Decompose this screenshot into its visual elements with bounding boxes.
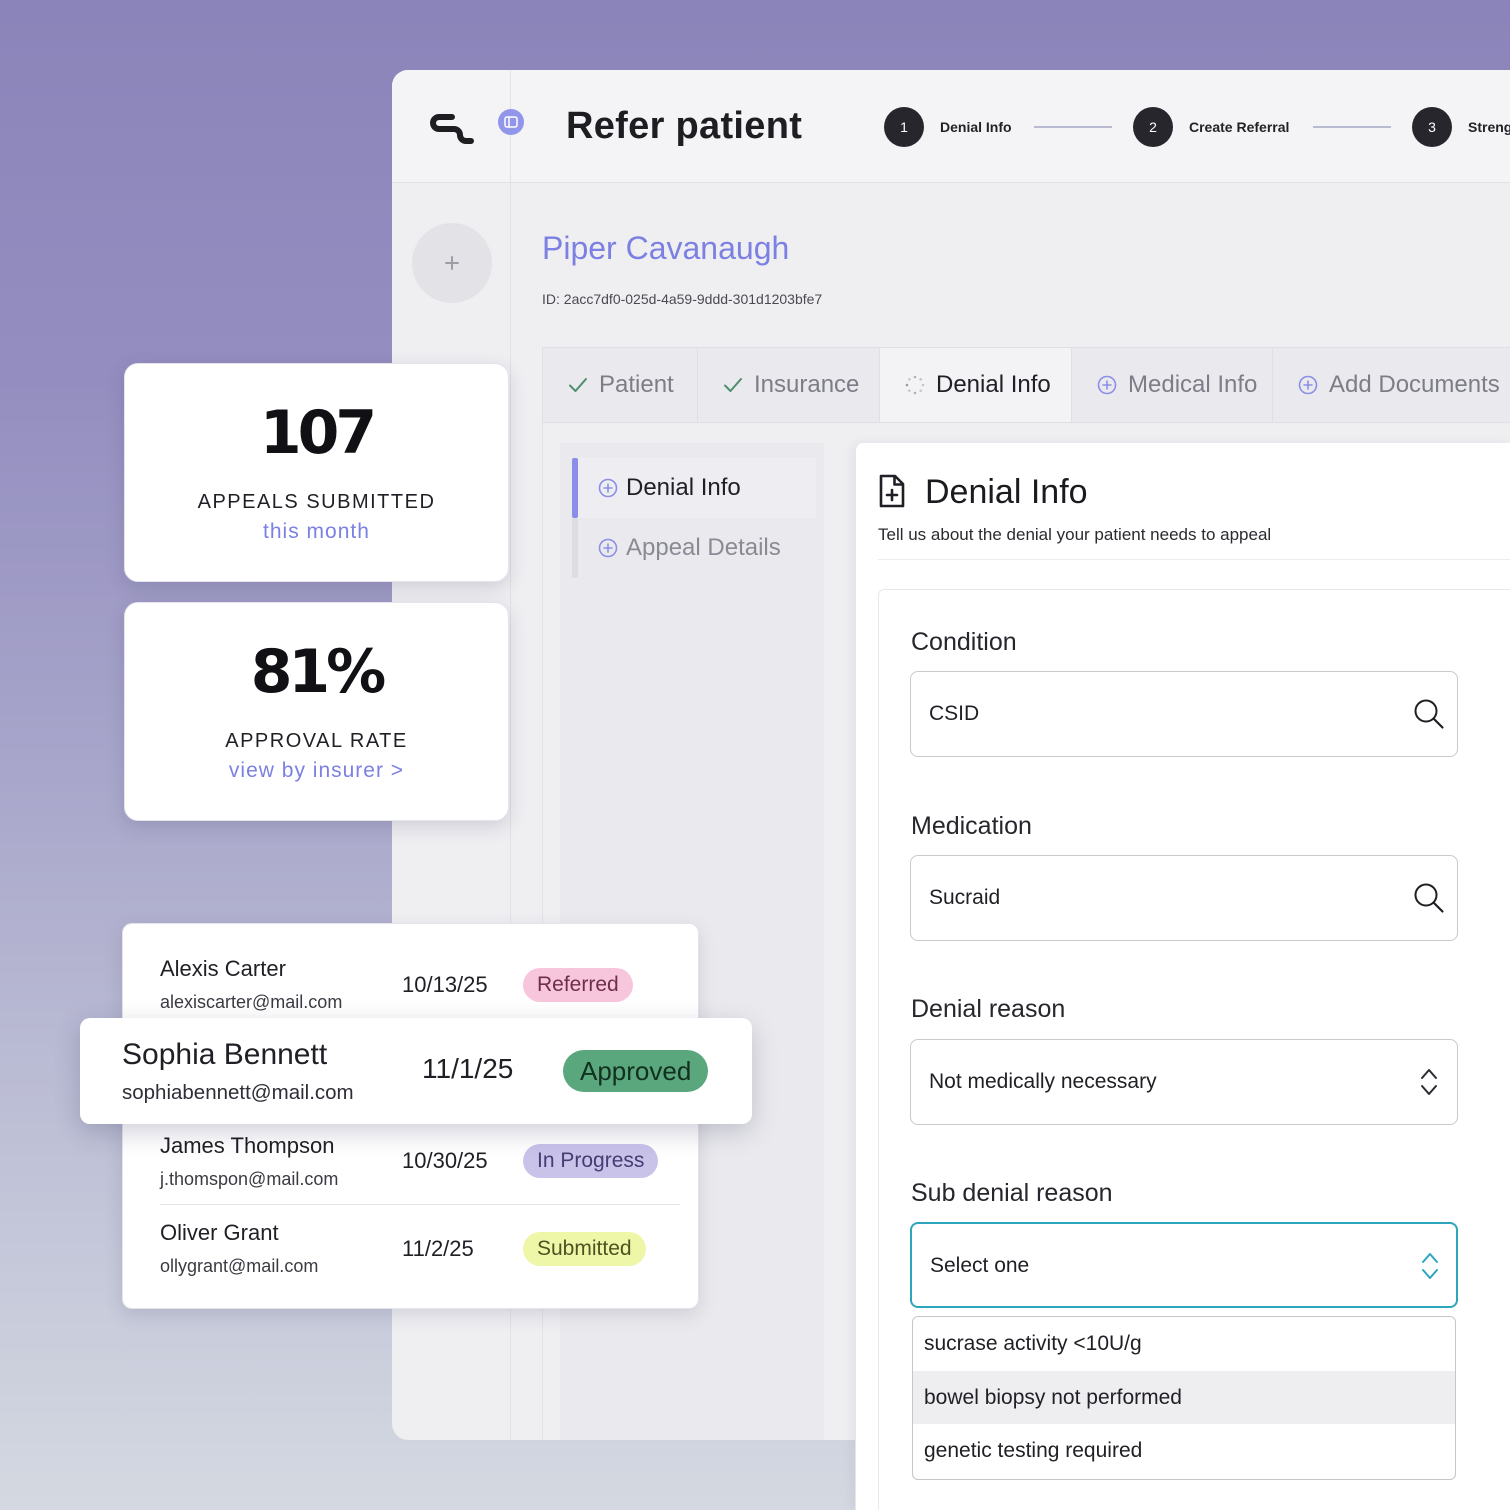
date-cell: 10/30/25	[402, 1148, 488, 1173]
sub-denial-reason-label: Sub denial reason	[911, 1179, 1113, 1207]
stat-value: 81%	[250, 637, 387, 707]
sub-denial-reason-select[interactable]: Select one	[910, 1222, 1458, 1308]
view-by-insurer-link[interactable]: view by insurer >	[125, 758, 508, 784]
tab-label: Insurance	[754, 371, 860, 398]
condition-search-input[interactable]: CSID	[910, 671, 1458, 757]
status-badge: Approved	[563, 1050, 709, 1092]
patient-email-cell: ollygrant@mail.com	[160, 1256, 319, 1276]
sub-denial-reason-value: Select one	[930, 1254, 1030, 1277]
dropdown-option[interactable]: genetic testing required	[913, 1424, 1455, 1478]
form-title: Denial Info	[925, 473, 1088, 511]
brand-logo-icon[interactable]	[428, 112, 476, 146]
step-3-label: Streng	[1468, 119, 1510, 135]
denial-reason-label: Denial reason	[911, 995, 1066, 1023]
tab-label: Patient	[599, 371, 674, 398]
spinner-icon	[905, 375, 925, 395]
tab-label: Add Documents	[1329, 371, 1500, 398]
table-row[interactable]: Alexis Carter alexiscarter@mail.com 10/1…	[123, 924, 698, 1019]
step-3-number: 3	[1412, 107, 1452, 147]
date-cell: 11/1/25	[422, 1053, 514, 1084]
table-row[interactable]: Oliver Grant ollygrant@mail.com 11/2/25 …	[123, 1205, 698, 1309]
status-badge: Submitted	[523, 1232, 646, 1266]
condition-value: CSID	[929, 702, 980, 725]
patient-name-cell: James Thompson	[160, 1133, 335, 1158]
stat-card-appeals: 107 APPEALS SUBMITTED this month	[124, 363, 509, 582]
step-2-label: Create Referral	[1189, 119, 1290, 135]
subnav-item-denial-info[interactable]: Denial Info	[578, 458, 816, 518]
page-title: Refer patient	[566, 105, 803, 147]
search-icon[interactable]	[1413, 882, 1445, 914]
check-icon	[568, 375, 588, 395]
date-cell: 10/13/25	[402, 972, 488, 997]
search-icon[interactable]	[1413, 698, 1445, 730]
form-divider	[878, 559, 1510, 560]
chevron-up-down-icon	[1420, 1251, 1440, 1281]
tab-insurance[interactable]: Insurance	[698, 348, 880, 422]
condition-label: Condition	[911, 628, 1017, 656]
plus-circle-icon	[1097, 375, 1117, 395]
subnav-label: Denial Info	[626, 474, 741, 501]
highlighted-table-row[interactable]: Sophia Bennett sophiabennett@mail.com 11…	[80, 1018, 752, 1124]
chevron-up-down-icon	[1419, 1067, 1439, 1097]
denial-reason-select[interactable]: Not medically necessary	[910, 1039, 1458, 1125]
tab-label: Medical Info	[1128, 371, 1258, 398]
step-1-label: Denial Info	[940, 119, 1012, 135]
patient-email-cell: j.thomspon@mail.com	[160, 1169, 339, 1189]
dropdown-option[interactable]: bowel biopsy not performed	[913, 1370, 1455, 1425]
patient-id: ID: 2acc7df0-025d-4a59-9ddd-301d1203bfe7	[542, 291, 823, 307]
patient-name-cell: Sophia Bennett	[122, 1038, 328, 1071]
patient-name-cell: Oliver Grant	[160, 1220, 279, 1245]
stat-label: APPROVAL RATE	[225, 730, 408, 752]
status-badge: Referred	[523, 968, 633, 1002]
patient-email-cell: alexiscarter@mail.com	[160, 992, 343, 1012]
check-icon	[723, 375, 743, 395]
table-row[interactable]: James Thompson j.thomspon@mail.com 10/30…	[123, 1125, 698, 1204]
subnav-label: Appeal Details	[626, 534, 781, 561]
tab-medical-info[interactable]: Medical Info	[1072, 348, 1273, 422]
medication-label: Medication	[911, 812, 1032, 840]
sub-denial-reason-options: sucrase activity <10U/g bowel biopsy not…	[912, 1316, 1456, 1480]
stat-card-approval-rate: 81% APPROVAL RATE view by insurer >	[124, 602, 509, 821]
medication-value: Sucraid	[929, 886, 1001, 909]
dropdown-option[interactable]: sucrase activity <10U/g	[913, 1317, 1455, 1371]
stat-value: 107	[259, 398, 377, 468]
patient-name: Piper Cavanaugh	[542, 230, 790, 266]
status-badge: In Progress	[523, 1144, 659, 1178]
stat-label: APPEALS SUBMITTED	[197, 491, 436, 513]
tab-add-documents[interactable]: Add Documents	[1273, 348, 1510, 422]
sidebar-toggle-icon[interactable]	[498, 109, 524, 135]
section-tabs: Patient Insurance Denial Info Medical In…	[542, 347, 1510, 423]
patient-name-cell: Alexis Carter	[160, 956, 286, 981]
patient-email-cell: sophiabennett@mail.com	[122, 1081, 354, 1104]
date-cell: 11/2/25	[402, 1236, 474, 1261]
tab-patient[interactable]: Patient	[543, 348, 698, 422]
denial-info-form: Denial Info Tell us about the denial you…	[855, 443, 1510, 1510]
subnav-item-appeal-details[interactable]: Appeal Details	[578, 518, 816, 578]
tab-denial-info[interactable]: Denial Info	[880, 348, 1072, 422]
form-subtitle: Tell us about the denial your patient ne…	[878, 525, 1272, 544]
plus-icon	[444, 255, 460, 271]
denial-reason-value: Not medically necessary	[929, 1070, 1157, 1093]
plus-circle-icon	[598, 538, 618, 558]
step-connector	[1034, 126, 1112, 128]
document-plus-icon	[878, 473, 906, 509]
plus-circle-icon	[1298, 375, 1318, 395]
plus-circle-icon	[598, 478, 618, 498]
step-1-number: 1	[884, 107, 924, 147]
avatar-add-button[interactable]	[412, 223, 492, 303]
step-2-number: 2	[1133, 107, 1173, 147]
medication-search-input[interactable]: Sucraid	[910, 855, 1458, 941]
tab-label: Denial Info	[936, 371, 1051, 398]
stat-sublabel: this month	[263, 520, 370, 543]
step-connector	[1313, 126, 1391, 128]
